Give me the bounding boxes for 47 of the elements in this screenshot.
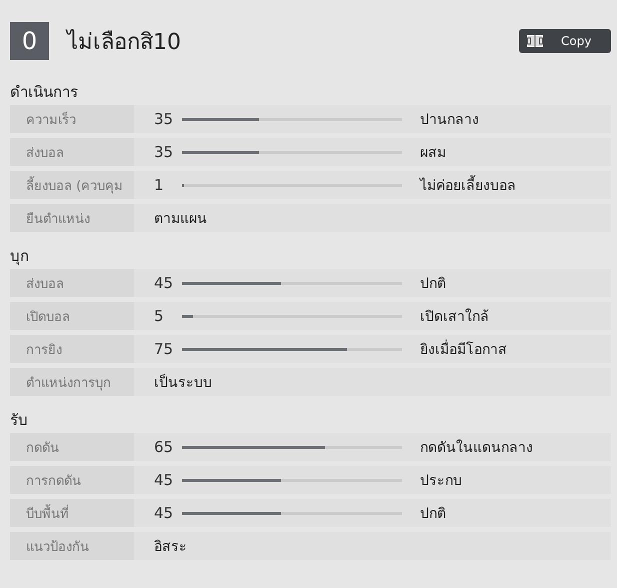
slider-track[interactable] (182, 446, 402, 448)
setting-value: 5 (154, 307, 165, 325)
slider-track[interactable] (182, 348, 402, 350)
setting-option: ประกบ (420, 469, 462, 491)
setting-label: แนวป้องกัน (10, 532, 134, 560)
setting-value: 45 (154, 274, 174, 292)
setting-label: ยืนตำแหน่ง (10, 204, 134, 232)
setting-label: เปิดบอล (10, 302, 134, 330)
pitch-icon (527, 35, 543, 47)
setting-label: กดดัน (10, 433, 134, 461)
setting-value: 45 (154, 504, 174, 522)
setting-value: 1 (154, 176, 165, 194)
setting-label: ส่งบอล (10, 138, 134, 166)
setting-option: อิสระ (154, 535, 187, 557)
setting-label: ตำแหน่งการบุก (10, 368, 134, 396)
setting-option: ไม่ค่อยเลี้ยงบอล (420, 174, 516, 196)
setting-label: การยิง (10, 335, 134, 363)
setting-option: ตามแผน (154, 207, 207, 229)
setting-label: การกดดัน (10, 466, 134, 494)
setting-value: 45 (154, 471, 174, 489)
setting-value: 35 (154, 143, 174, 161)
setting-option: เปิดเสาใกล้ (420, 305, 489, 327)
slider-track[interactable] (182, 512, 402, 514)
setting-label: ส่งบอล (10, 269, 134, 297)
setting-value: 65 (154, 438, 174, 456)
slider-track[interactable] (182, 118, 402, 120)
section-heading: ดำเนินการ (10, 82, 79, 100)
slider-track[interactable] (182, 282, 402, 284)
section-heading: รับ (10, 410, 29, 428)
setting-option: ปกติ (420, 502, 446, 524)
setting-option: กดดันในแดนกลาง (420, 436, 533, 458)
setting-label: บีบพื้นที่ (10, 499, 134, 527)
section-heading: บุก (10, 246, 30, 264)
setting-label: ความเร็ว (10, 105, 134, 133)
setting-option: ยิงเมื่อมีโอกาส (420, 338, 507, 360)
setting-value: 75 (154, 340, 174, 358)
setting-option: ปกติ (420, 272, 446, 294)
number-badge: 0 (10, 22, 49, 60)
copy-button[interactable]: Copy (519, 29, 611, 53)
setting-option: ผสม (420, 141, 446, 163)
slider-track[interactable] (182, 478, 402, 482)
setting-option: ปานกลาง (420, 108, 479, 130)
setting-value: 35 (154, 110, 174, 128)
tactic-title: ไม่เลือกสิ10 (67, 28, 182, 56)
setting-option: เป็นระบบ (154, 371, 212, 393)
setting-label: ลี้ยงบอล (ควบคุม (10, 171, 134, 199)
slider-track[interactable] (182, 150, 402, 154)
